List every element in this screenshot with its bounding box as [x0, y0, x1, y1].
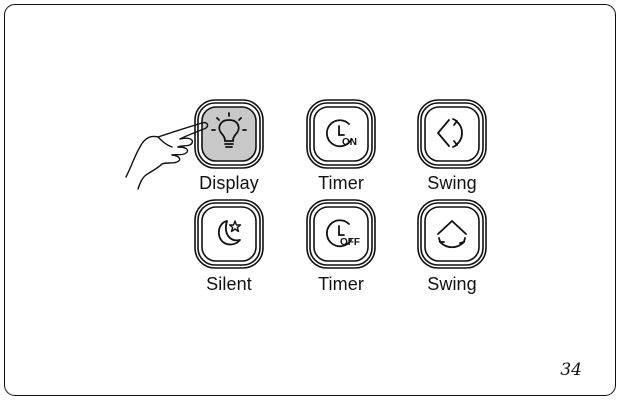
- page-number: 34: [560, 360, 582, 380]
- timer-on-badge: ON: [342, 137, 357, 148]
- swing-vertical-button[interactable]: [416, 198, 488, 270]
- timer-off-button-frame: OFF: [306, 199, 376, 269]
- pointing-hand-icon: [122, 115, 232, 200]
- swing-horizontal-label: Swing: [427, 173, 477, 193]
- timer-off-badge: OFF: [340, 237, 360, 248]
- timer-off-button[interactable]: OFF: [305, 198, 377, 270]
- timer-on-button[interactable]: ON: [305, 98, 377, 170]
- timer-on-button-frame: ON: [306, 99, 376, 169]
- silent-button[interactable]: [193, 198, 265, 270]
- swing-vertical-label: Swing: [427, 274, 477, 294]
- timer-on-label: Timer: [318, 173, 364, 193]
- swing-vertical-button-frame: [417, 199, 487, 269]
- timer-off-label: Timer: [318, 274, 364, 294]
- swing-horizontal-button-frame: [417, 99, 487, 169]
- silent-label: Silent: [206, 274, 252, 294]
- swing-horizontal-button[interactable]: [416, 98, 488, 170]
- silent-button-frame: [194, 199, 264, 269]
